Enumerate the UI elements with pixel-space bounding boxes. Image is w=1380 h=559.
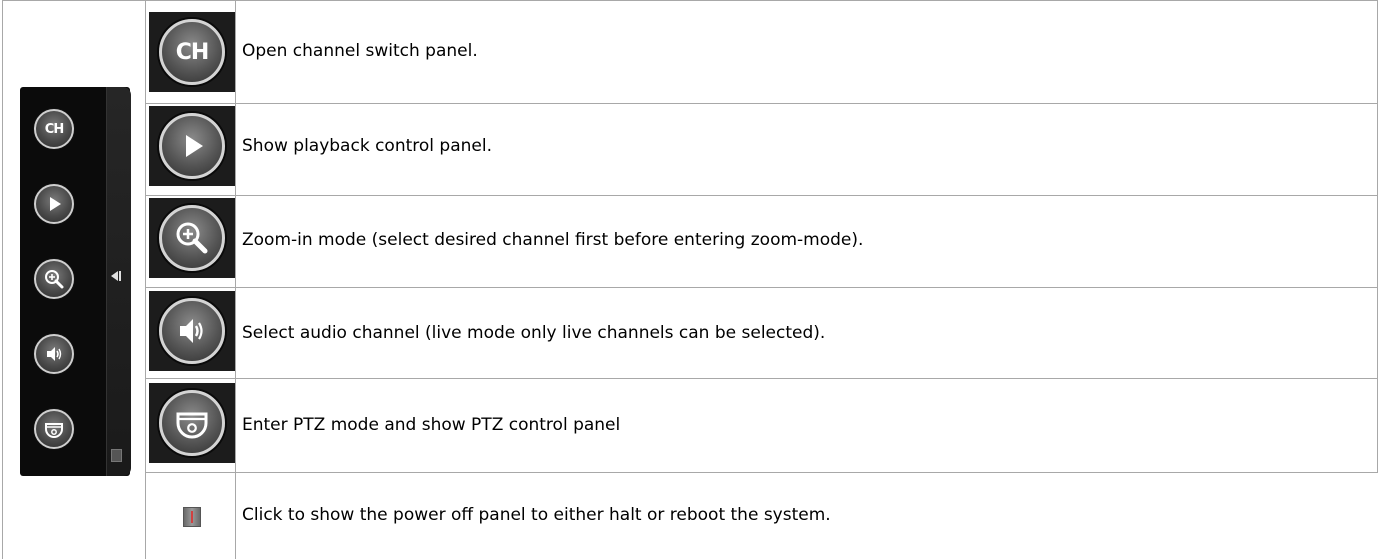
row-description: Show playback control panel. [242,136,492,156]
row-description: Click to show the power off panel to eit… [242,505,831,525]
row-divider [145,472,1378,473]
toolbar-audio-icon [34,334,74,374]
row-divider [145,195,1378,196]
play-icon [159,113,225,179]
row-icon-cell [149,383,235,463]
table-border-left [2,0,3,559]
toolbar-ptz-camera-icon [34,409,74,449]
audio-icon [159,298,225,364]
row-icon-cell [149,106,235,186]
table-border-right [1377,0,1378,473]
toolbar-ch-icon: CH [34,109,74,149]
row-icon-cell [149,291,235,371]
row-description: Enter PTZ mode and show PTZ control pane… [242,415,621,435]
ch-icon: CH [159,19,225,85]
row-icon-cell: CH [149,12,235,92]
ptz-camera-icon [159,390,225,456]
row-icon-cell [149,198,235,278]
icon-reference-table: CH CH Open channel switch panel. Show pl… [2,0,1378,559]
row-divider [145,287,1378,288]
row-description: Open channel switch panel. [242,41,478,61]
row-divider [145,103,1378,104]
toolbar-zoom-in-icon [34,259,74,299]
toolbar-play-icon [34,184,74,224]
toolbar-power-icon [111,449,122,462]
toolbar-collapse-strip [106,87,131,476]
table-divider-left [145,0,146,559]
row-description: Zoom-in mode (select desired channel fir… [242,230,864,250]
row-icon-cell [149,474,235,559]
power-icon [183,506,201,527]
row-description: Select audio channel (live mode only liv… [242,323,826,343]
zoom-in-icon [159,205,225,271]
table-border-top [2,0,1378,1]
collapse-bar-icon [119,271,121,281]
row-divider [145,378,1378,379]
toolbar-illustration: CH [20,87,131,476]
table-divider-icon [235,0,236,559]
collapse-arrow-icon [111,271,118,281]
